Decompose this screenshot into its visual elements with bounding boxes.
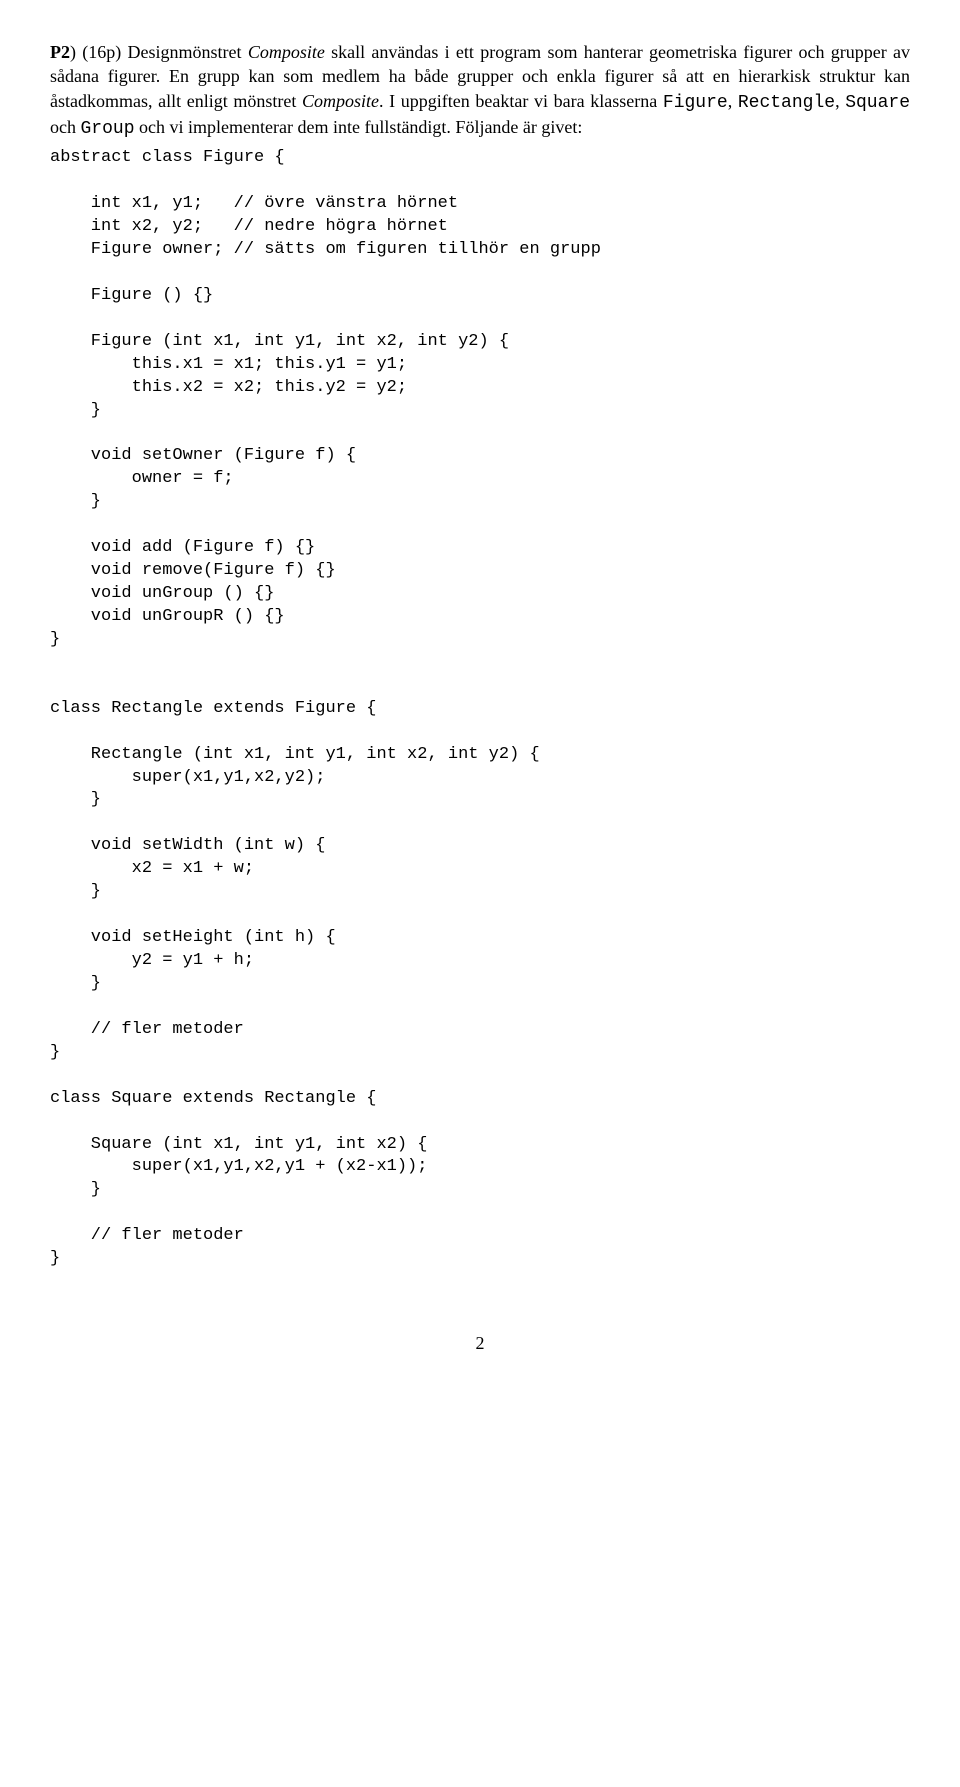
- t4: och vi implementerar dem inte fullständi…: [135, 117, 583, 137]
- problem-paragraph: P2) (16p) Designmönstret Composite skall…: [50, 40, 910, 141]
- t3: . I uppgiften beaktar vi bara klasserna: [379, 91, 663, 111]
- class-group: Group: [81, 119, 135, 139]
- t1: Designmönstret: [121, 42, 248, 62]
- problem-label: P2: [50, 42, 70, 62]
- paren-close: ): [70, 42, 76, 62]
- composite-word-1: Composite: [248, 42, 325, 62]
- class-square: Square: [845, 93, 910, 113]
- comma2: ,: [835, 91, 845, 111]
- page-number: 2: [50, 1331, 910, 1355]
- och: och: [50, 117, 81, 137]
- composite-word-2: Composite: [302, 91, 379, 111]
- class-figure: Figure: [663, 93, 728, 113]
- class-rectangle: Rectangle: [738, 93, 835, 113]
- comma1: ,: [728, 91, 738, 111]
- points: (16p): [82, 42, 121, 62]
- code-listing: abstract class Figure { int x1, y1; // ö…: [50, 147, 910, 1271]
